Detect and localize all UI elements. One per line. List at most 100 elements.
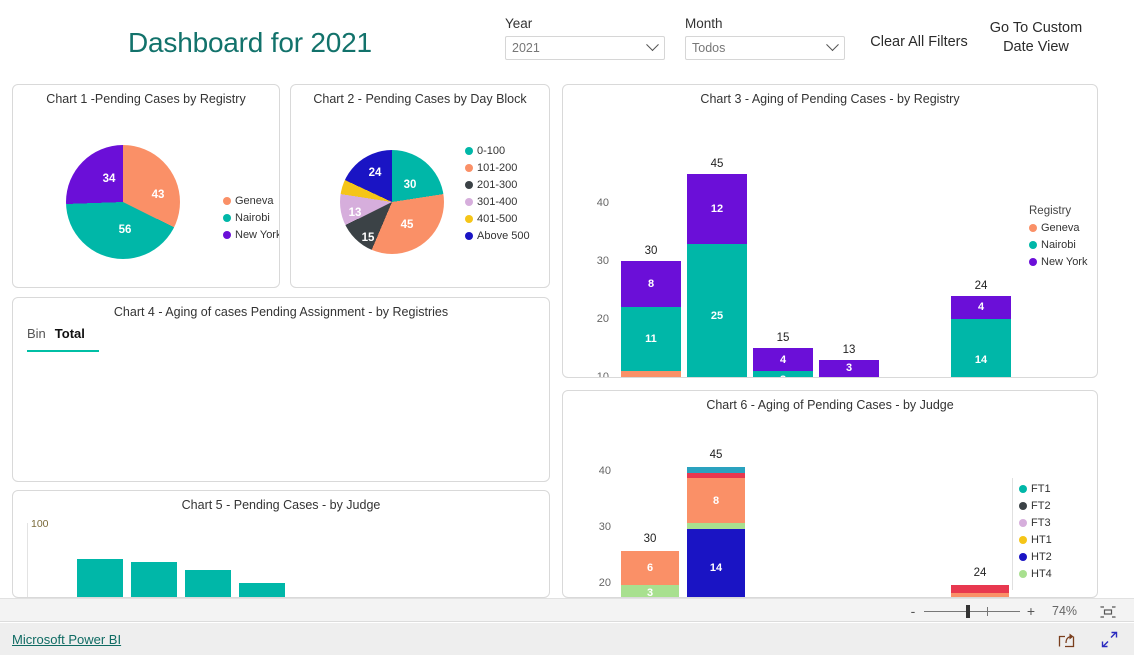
chart4-table-header: Bin Total [27, 326, 85, 341]
chart6-legend-item-ht2[interactable]: HT2 [1019, 551, 1052, 563]
chart6-legend-label-ft1: FT1 [1031, 483, 1051, 495]
chart3-ytick-30: 30 [596, 255, 609, 267]
chart3-legend-item-nairobi[interactable]: Nairobi [1029, 239, 1087, 251]
chart6-bar-0-100[interactable]: 6 3 4 [621, 551, 679, 598]
chart3-seg-value: 8 [647, 278, 655, 291]
month-slicer-dropdown[interactable]: Todos [685, 36, 845, 60]
chart6-legend-item-ht1[interactable]: HT1 [1019, 534, 1052, 546]
chart6-legend-item-ht4[interactable]: HT4 [1019, 568, 1052, 580]
chart3-bar-201-300[interactable]: 8 3 4 [753, 348, 813, 377]
zoom-slider[interactable] [924, 604, 1020, 618]
chart6-legend: FT1 FT2 FT3 HT1 HT2 HT4 [1019, 483, 1052, 585]
chart4-col-total[interactable]: Total [55, 326, 85, 341]
chart3-total-0-100: 30 [644, 245, 658, 257]
chart3-seg-newyork-above-500: 4 [951, 295, 1011, 320]
chart1-slice-label-newyork: 34 [102, 173, 116, 185]
legend-item-101-200[interactable]: 101-200 [465, 162, 530, 174]
legend-item-0-100[interactable]: 0-100 [465, 145, 530, 157]
chart1-slice-label-geneva: 43 [151, 189, 165, 201]
chart4-table-body [27, 354, 537, 474]
powerbi-brand-link[interactable]: Microsoft Power BI [12, 632, 121, 647]
chart5-bar-2[interactable] [131, 562, 177, 597]
chart6-legend-item-ft1[interactable]: FT1 [1019, 483, 1052, 495]
legend-item-newyork[interactable]: New York [223, 229, 279, 241]
chart4-visual[interactable]: Chart 4 - Aging of cases Pending Assignm… [12, 297, 550, 482]
chart6-bar-101-200[interactable]: 8 14 5 [687, 467, 745, 597]
chart1-pie[interactable] [66, 145, 180, 259]
zoom-out-button[interactable]: - [906, 603, 920, 619]
legend-dot-geneva [1029, 224, 1037, 232]
chart3-seg-newyork-0-100: 8 [621, 261, 681, 308]
chart3-visual[interactable]: Chart 3 - Aging of Pending Cases - by Re… [562, 84, 1098, 378]
go-to-custom-date-view-button[interactable]: Go To Custom Date View [978, 19, 1094, 57]
legend-dot-201-300 [465, 181, 473, 189]
chart3-legend-item-geneva[interactable]: Geneva [1029, 222, 1087, 234]
chart3-bar-301-400[interactable]: 9 3 [819, 359, 879, 377]
month-slicer-value: Todos [692, 41, 726, 55]
chart6-legend-item-ft2[interactable]: FT2 [1019, 500, 1052, 512]
chart3-bar-above-500[interactable]: 6 14 4 [951, 295, 1011, 377]
legend-item-401-500[interactable]: 401-500 [465, 213, 530, 225]
chart5-visual[interactable]: Chart 5 - Pending Cases - by Judge 100 [12, 490, 550, 598]
share-icon[interactable] [1058, 631, 1075, 648]
chart6-legend-label-ft2: FT2 [1031, 500, 1051, 512]
chart3-legend-item-newyork[interactable]: New York [1029, 256, 1087, 268]
chart2-pie-area: 30 45 15 13 24 0-100 101-200 201-300 301… [291, 85, 549, 287]
legend-label-401-500: 401-500 [477, 213, 518, 225]
chart2-pie[interactable] [340, 150, 444, 254]
status-bar: - + 74% [0, 598, 1134, 622]
legend-item-201-300[interactable]: 201-300 [465, 179, 530, 191]
custom-date-view-line2: Date View [1003, 39, 1069, 55]
legend-item-geneva[interactable]: Geneva [223, 195, 279, 207]
chart6-visual[interactable]: Chart 6 - Aging of Pending Cases - by Ju… [562, 390, 1098, 598]
chart5-bar-3[interactable] [185, 570, 231, 597]
zoom-in-button[interactable]: + [1024, 603, 1038, 619]
chart6-seg-value: 3 [646, 586, 654, 598]
footer-bar: Microsoft Power BI [0, 623, 1134, 655]
chart5-bar-4[interactable] [239, 583, 285, 597]
fullscreen-icon[interactable] [1101, 631, 1118, 648]
chart2-visual[interactable]: Chart 2 - Pending Cases by Day Block 30 … [290, 84, 550, 288]
legend-dot-ht1 [1019, 536, 1027, 544]
chart5-bar-1[interactable] [77, 559, 123, 597]
legend-dot-0-100 [465, 147, 473, 155]
chart6-legend-item-ft3[interactable]: FT3 [1019, 517, 1052, 529]
chart5-title: Chart 5 - Pending Cases - by Judge [181, 498, 381, 512]
chart1-pie-area: 43 56 34 Geneva Nairobi New York Total 1… [13, 85, 279, 287]
chart4-col-bin[interactable]: Bin [27, 326, 46, 341]
chart6-legend-label-ht4: HT4 [1031, 568, 1052, 580]
fit-to-page-icon[interactable] [1100, 605, 1116, 618]
chart3-seg-nairobi-above-500: 14 [951, 319, 1011, 377]
legend-item-nairobi[interactable]: Nairobi [223, 212, 279, 224]
legend-item-301-400[interactable]: 301-400 [465, 196, 530, 208]
chart3-ytick-10: 10 [596, 371, 609, 378]
chart3-plot-area: 11 11 8 30 8 25 12 [615, 109, 1025, 377]
zoom-slider-thumb[interactable] [966, 604, 970, 618]
legend-dot-ht4 [1019, 570, 1027, 578]
chart3-bar-0-100[interactable]: 11 11 8 [621, 261, 681, 377]
legend-dot-101-200 [465, 164, 473, 172]
chart6-seg-value: 14 [709, 561, 723, 574]
year-slicer-dropdown[interactable]: 2021 [505, 36, 665, 60]
chart6-bar-above-500[interactable]: 6 [951, 585, 1009, 597]
chart6-seg-value: 6 [646, 561, 654, 574]
chart3-seg-value: 4 [779, 353, 787, 366]
legend-label-above-500: Above 500 [477, 230, 530, 242]
chart1-visual[interactable]: Chart 1 -Pending Cases by Registry 43 56… [12, 84, 280, 288]
zoom-slider-tick [987, 606, 988, 616]
chart3-seg-value: 14 [974, 353, 988, 366]
legend-label-201-300: 201-300 [477, 179, 518, 191]
chart6-ytick-40: 40 [598, 465, 611, 477]
chart6-seg-ht2-101-200: 14 [687, 528, 745, 597]
chart3-bar-101-200[interactable]: 8 25 12 [687, 174, 747, 377]
chart5-y-axis-line [27, 523, 28, 597]
chart4-title: Chart 4 - Aging of cases Pending Assignm… [113, 305, 449, 319]
chart2-slice-label-above-500: 24 [368, 167, 382, 179]
legend-dot-ft3 [1019, 519, 1027, 527]
legend-item-above-500[interactable]: Above 500 [465, 230, 530, 242]
chart3-total-301-400: 13 [842, 344, 856, 356]
legend-label-0-100: 0-100 [477, 145, 506, 157]
clear-all-filters-button[interactable]: Clear All Filters [865, 33, 973, 52]
chart6-total-101-200: 45 [709, 449, 723, 461]
zoom-control[interactable]: - + 74% [906, 599, 1116, 623]
